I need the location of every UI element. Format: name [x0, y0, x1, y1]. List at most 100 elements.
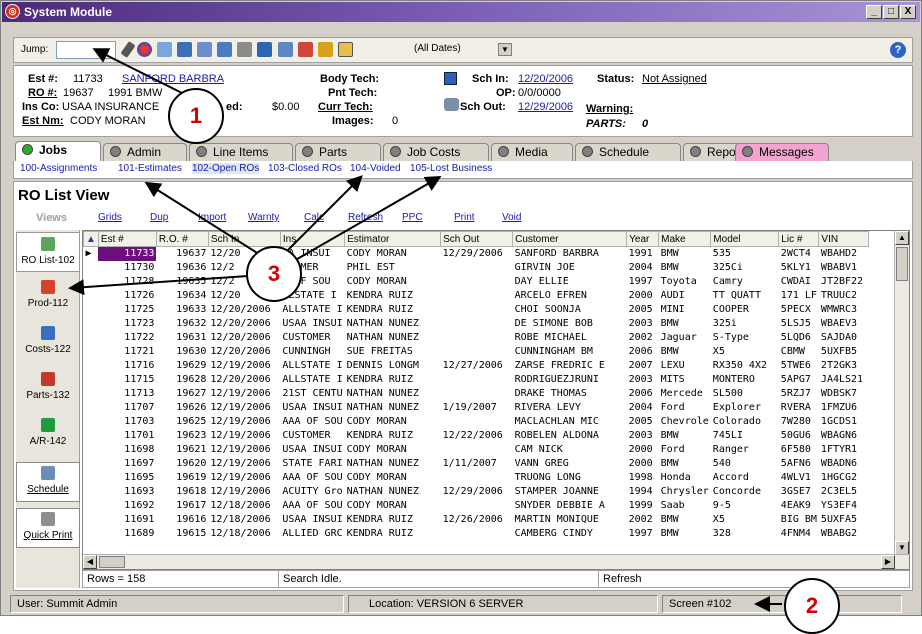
- table-cell[interactable]: BIG BM: [779, 513, 819, 527]
- table-cell[interactable]: Saab: [659, 499, 711, 513]
- table-cell[interactable]: 5UXFA5: [819, 513, 869, 527]
- table-cell[interactable]: SUE FREITAS: [345, 345, 441, 359]
- table-cell[interactable]: 2003: [627, 317, 659, 331]
- tab-jobs[interactable]: Jobs: [15, 141, 101, 161]
- table-row[interactable]: 11703 19625 12/19/2006 AAA OF SOU CODY MORAN…: [84, 415, 869, 429]
- table-cell[interactable]: ALLSTATE I: [280, 373, 344, 387]
- table-cell[interactable]: 325Ci: [711, 261, 779, 275]
- table-cell[interactable]: Jaguar: [659, 331, 711, 345]
- table-row[interactable]: 11725 19633 12/20/2006 ALLSTATE I KENDRA RUI…: [84, 303, 869, 317]
- nav-schedule[interactable]: Schedule: [16, 462, 80, 502]
- table-cell[interactable]: [441, 345, 513, 359]
- column-header[interactable]: Sch In: [207, 231, 281, 247]
- table-cell[interactable]: 19628: [156, 373, 208, 387]
- table-cell[interactable]: [441, 289, 513, 303]
- table-row[interactable]: 11698 19621 12/19/2006 USAA INSUI CODY MORAN…: [84, 443, 869, 457]
- table-cell[interactable]: 12/19/2006: [208, 471, 280, 485]
- table-cell[interactable]: MITS: [659, 373, 711, 387]
- table-cell[interactable]: 11703: [98, 415, 156, 429]
- table-cell[interactable]: 11695: [98, 471, 156, 485]
- status-value[interactable]: Not Assigned: [642, 73, 707, 85]
- table-cell[interactable]: CUSTOMER: [280, 429, 344, 443]
- column-header[interactable]: Customer: [512, 231, 628, 247]
- column-header[interactable]: Make: [658, 231, 712, 247]
- table-cell[interactable]: [441, 499, 513, 513]
- hscroll-thumb[interactable]: [99, 556, 125, 568]
- phone-icon[interactable]: [197, 42, 213, 57]
- table-cell[interactable]: 5UXFB5: [819, 345, 869, 359]
- table-cell[interactable]: 11701: [98, 429, 156, 443]
- table-cell[interactable]: 171 LF: [779, 289, 819, 303]
- table-cell[interactable]: ALLSTATE I: [280, 303, 344, 317]
- table-cell[interactable]: 11733: [98, 246, 157, 261]
- table-cell[interactable]: RX350 4X2: [711, 359, 779, 373]
- table-cell[interactable]: NATHAN NUNEZ: [345, 457, 441, 471]
- user-search-icon[interactable]: [337, 42, 353, 57]
- table-cell[interactable]: 12/19/2006: [208, 443, 280, 457]
- table-cell[interactable]: PHIL EST: [345, 261, 441, 275]
- calendar-icon[interactable]: [444, 72, 457, 85]
- maximize-button[interactable]: □: [883, 5, 899, 19]
- table-cell[interactable]: BMW: [659, 261, 711, 275]
- table-cell[interactable]: 19620: [156, 457, 208, 471]
- table-cell[interactable]: CAMBERG CINDY: [513, 527, 627, 541]
- table-cell[interactable]: ROBE MICHAEL: [513, 331, 627, 345]
- table-cell[interactable]: 11689: [98, 527, 156, 541]
- table-cell[interactable]: 19623: [156, 429, 208, 443]
- minimize-button[interactable]: _: [866, 5, 882, 19]
- note-icon[interactable]: [297, 42, 313, 57]
- tab-line-items[interactable]: Line Items: [189, 143, 293, 161]
- table-cell[interactable]: CODY MORAN: [345, 275, 441, 289]
- table-cell[interactable]: 11707: [98, 401, 156, 415]
- table-row[interactable]: 11692 19617 12/18/2006 AAA OF SOU CODY MORAN…: [84, 499, 869, 513]
- table-cell[interactable]: 5LQD6: [779, 331, 819, 345]
- table-cell[interactable]: SANFORD BARBRA: [513, 247, 627, 261]
- calculator-icon[interactable]: [217, 42, 233, 57]
- table-cell[interactable]: 12/26/2006: [441, 513, 513, 527]
- table-cell[interactable]: 1/11/2007: [441, 457, 513, 471]
- table-cell[interactable]: 12/18/2006: [208, 527, 280, 541]
- table-cell[interactable]: CODY MORAN: [345, 415, 441, 429]
- refresh-status[interactable]: Refresh: [599, 571, 909, 587]
- table-cell[interactable]: 7W280: [779, 415, 819, 429]
- table-cell[interactable]: Accord: [711, 471, 779, 485]
- table-cell[interactable]: [441, 331, 513, 345]
- table-cell[interactable]: CODY MORAN: [345, 471, 441, 485]
- table-cell[interactable]: CWDAI: [779, 275, 819, 289]
- table-row[interactable]: ▶ 11733 19637 12/20 AA INSUI CODY MORAN 12/29/…: [84, 246, 869, 261]
- menu-calc[interactable]: Calc: [304, 212, 324, 223]
- scroll-thumb[interactable]: [896, 247, 908, 281]
- table-row[interactable]: 11713 19627 12/19/2006 21ST CENTU NATHAN NUN…: [84, 387, 869, 401]
- column-header[interactable]: VIN: [818, 231, 870, 247]
- table-cell[interactable]: 19621: [156, 443, 208, 457]
- table-cell[interactable]: 2000: [627, 457, 659, 471]
- table-cell[interactable]: WDBSK7: [819, 387, 869, 401]
- table-cell[interactable]: 12/19/2006: [208, 485, 280, 499]
- column-header[interactable]: Year: [626, 231, 660, 247]
- table-cell[interactable]: ALLIED GRC: [280, 527, 344, 541]
- table-cell[interactable]: S-Type: [711, 331, 779, 345]
- table-cell[interactable]: [441, 373, 513, 387]
- table-cell[interactable]: 540: [711, 457, 779, 471]
- subtab-assignments[interactable]: 100-Assignments: [20, 163, 97, 174]
- table-cell[interactable]: 5LSJ5: [779, 317, 819, 331]
- menu-print[interactable]: Print: [454, 212, 475, 223]
- sort-arrow-icon[interactable]: ▲: [86, 234, 96, 245]
- table-cell[interactable]: RVERA: [779, 401, 819, 415]
- table-row[interactable]: 117301963612/2STOMERPHIL ESTGIRVIN JOE20…: [84, 261, 869, 275]
- table-cell[interactable]: 12/20/2006: [208, 303, 280, 317]
- table-cell[interactable]: 19631: [156, 331, 208, 345]
- info-icon[interactable]: [237, 42, 253, 57]
- table-cell[interactable]: 5TWE6: [779, 359, 819, 373]
- key-icon[interactable]: [317, 42, 333, 57]
- table-cell[interactable]: NATHAN NUNEZ: [345, 401, 441, 415]
- table-cell[interactable]: 11698: [98, 443, 156, 457]
- table-cell[interactable]: DAY ELLIE: [513, 275, 627, 289]
- table-cell[interactable]: 1FMZU6: [819, 401, 869, 415]
- table-cell[interactable]: CODY MORAN: [345, 499, 441, 513]
- table-cell[interactable]: AAA OF SOU: [280, 499, 344, 513]
- table-cell[interactable]: KENDRA RUIZ: [345, 513, 441, 527]
- table-cell[interactable]: BMW: [659, 429, 711, 443]
- table-cell[interactable]: SL500: [711, 387, 779, 401]
- table-cell[interactable]: 328: [711, 527, 779, 541]
